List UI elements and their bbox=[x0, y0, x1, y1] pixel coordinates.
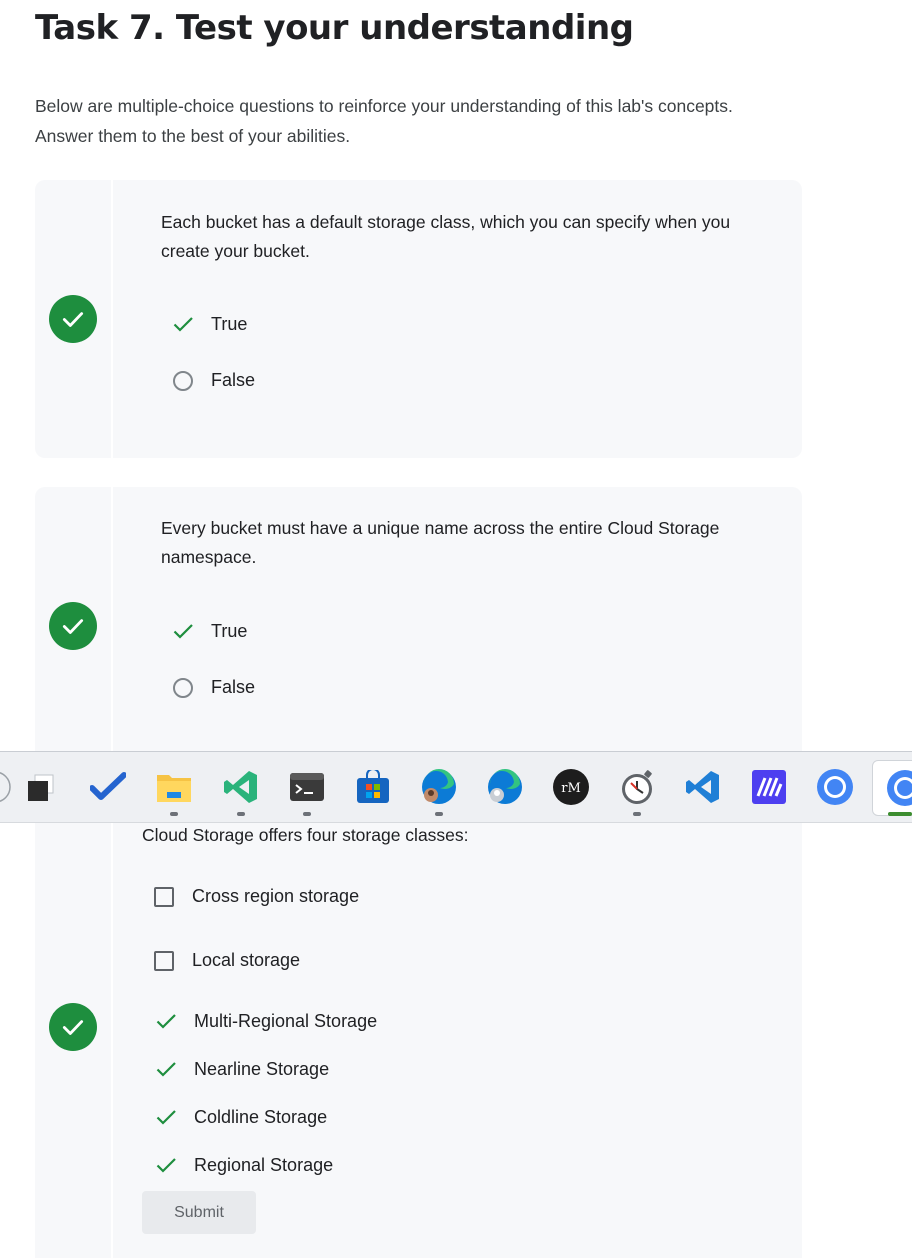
visual-studio-icon[interactable] bbox=[222, 768, 260, 806]
check-icon bbox=[154, 1153, 178, 1177]
option-label: Nearline Storage bbox=[194, 1058, 330, 1079]
running-indicator bbox=[303, 812, 311, 816]
checkbox[interactable] bbox=[154, 886, 174, 907]
terminal-icon[interactable] bbox=[288, 768, 326, 806]
option-label: False bbox=[211, 677, 256, 697]
running-indicator bbox=[633, 812, 641, 816]
option-nearline[interactable]: Nearline Storage bbox=[154, 1057, 329, 1081]
submit-button[interactable]: Submit bbox=[142, 1191, 256, 1234]
option-false[interactable]: False bbox=[171, 370, 255, 391]
check-icon bbox=[154, 1057, 178, 1081]
checkbox[interactable] bbox=[154, 950, 174, 971]
option-true[interactable]: True bbox=[171, 312, 247, 336]
running-indicator bbox=[170, 812, 178, 816]
file-explorer-icon[interactable] bbox=[155, 768, 193, 806]
intro-text: Below are multiple-choice questions to r… bbox=[35, 96, 733, 146]
remember-the-milk-icon[interactable]: rM bbox=[552, 768, 590, 806]
meta-app-icon[interactable] bbox=[750, 768, 788, 806]
question-card-1: Each bucket has a default storage class,… bbox=[35, 180, 802, 458]
check-icon bbox=[154, 1105, 178, 1129]
question-text: Cloud Storage offers four storage classe… bbox=[142, 825, 469, 845]
option-label: Coldline Storage bbox=[194, 1106, 328, 1127]
question-text: Every bucket must have a unique name acr… bbox=[161, 518, 720, 567]
option-label: Multi-Regional Storage bbox=[194, 1010, 378, 1031]
option-label: Regional Storage bbox=[194, 1154, 334, 1175]
card-divider bbox=[111, 487, 113, 777]
alarm-clock-icon[interactable] bbox=[618, 768, 656, 806]
running-indicator bbox=[435, 812, 443, 816]
microsoft-store-icon[interactable] bbox=[354, 768, 392, 806]
option-cross-region[interactable]: Cross region storage bbox=[152, 886, 359, 907]
option-label: Local storage bbox=[192, 950, 301, 970]
option-regional[interactable]: Regional Storage bbox=[154, 1153, 333, 1177]
taskbar: rM bbox=[0, 751, 912, 823]
correct-badge-icon bbox=[49, 295, 97, 343]
option-coldline[interactable]: Coldline Storage bbox=[154, 1105, 327, 1129]
chrome-active-icon[interactable] bbox=[872, 760, 912, 816]
option-label: True bbox=[211, 313, 248, 334]
page-title: Task 7. Test your understanding bbox=[35, 8, 634, 48]
edge-icon[interactable] bbox=[486, 768, 524, 806]
edge-profile-icon[interactable] bbox=[420, 768, 458, 806]
card-divider bbox=[111, 180, 113, 458]
overflow-circle-icon[interactable] bbox=[0, 768, 24, 806]
check-icon bbox=[154, 1009, 178, 1033]
option-label: Cross region storage bbox=[192, 886, 360, 906]
question-card-3: Cloud Storage offers four storage classe… bbox=[35, 788, 802, 1258]
correct-badge-icon bbox=[49, 1003, 97, 1051]
option-label: True bbox=[211, 620, 248, 641]
task-view-icon[interactable] bbox=[22, 768, 60, 806]
correct-badge-icon bbox=[49, 602, 97, 650]
active-indicator bbox=[888, 812, 912, 816]
todo-icon[interactable] bbox=[89, 768, 127, 806]
option-true[interactable]: True bbox=[171, 619, 247, 643]
option-label: False bbox=[211, 370, 256, 390]
check-icon bbox=[171, 619, 195, 643]
vscode-icon[interactable] bbox=[684, 768, 722, 806]
chrome-icon[interactable] bbox=[816, 768, 854, 806]
option-multi-regional[interactable]: Multi-Regional Storage bbox=[154, 1009, 377, 1033]
radio-button[interactable] bbox=[173, 677, 193, 698]
option-local[interactable]: Local storage bbox=[152, 950, 300, 971]
running-indicator bbox=[237, 812, 245, 816]
radio-button[interactable] bbox=[173, 370, 193, 391]
question-text: Each bucket has a default storage class,… bbox=[161, 212, 731, 261]
card-divider bbox=[111, 788, 113, 1258]
check-icon bbox=[171, 312, 195, 336]
question-card-2: Every bucket must have a unique name acr… bbox=[35, 487, 802, 777]
rm-text: rM bbox=[561, 781, 581, 796]
option-false[interactable]: False bbox=[171, 677, 255, 698]
